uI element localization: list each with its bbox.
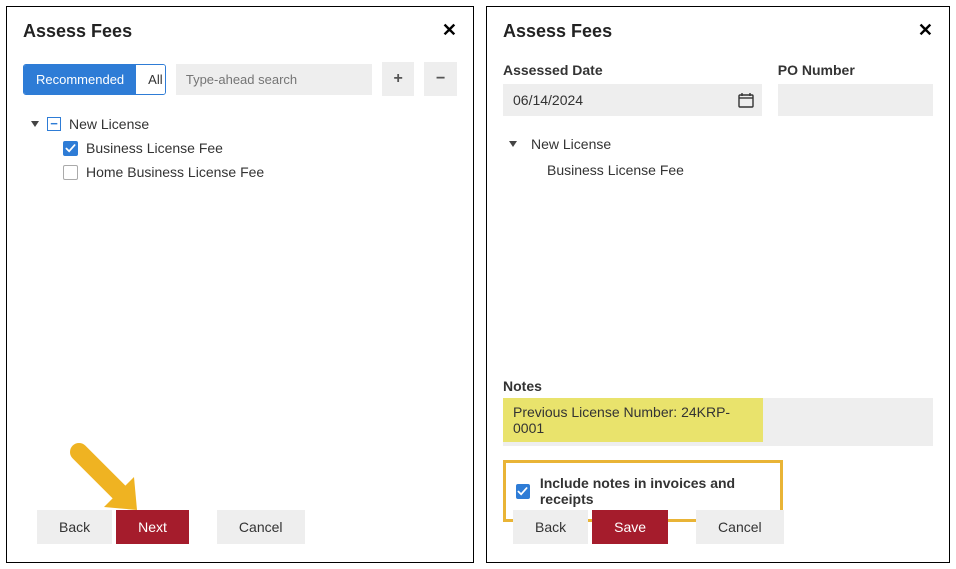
tree-item[interactable]: Home Business License Fee — [63, 162, 457, 182]
tab-recommended[interactable]: Recommended — [24, 65, 136, 94]
po-number-field: PO Number — [778, 62, 933, 116]
tree-node-label: New License — [69, 116, 149, 132]
checkbox-business-license-fee[interactable] — [63, 141, 78, 156]
tree-item-label: Business License Fee — [547, 162, 933, 178]
back-button[interactable]: Back — [37, 510, 112, 544]
tree-node-label: New License — [531, 136, 611, 152]
filter-row: Recommended All + − — [23, 62, 457, 96]
notes-label: Notes — [503, 378, 933, 394]
include-notes-checkbox[interactable] — [516, 484, 530, 499]
footer-buttons: Back Save Cancel — [513, 510, 784, 544]
tab-all[interactable]: All — [136, 65, 166, 94]
footer-buttons: Back Next Cancel — [37, 510, 305, 544]
expand-all-button[interactable]: + — [382, 62, 415, 96]
cancel-button[interactable]: Cancel — [696, 510, 784, 544]
next-button[interactable]: Next — [116, 510, 189, 544]
close-icon[interactable]: ✕ — [442, 21, 457, 39]
tree-item-label: Home Business License Fee — [86, 164, 264, 180]
assess-fees-panel-step1: Assess Fees ✕ Recommended All + − − New … — [6, 6, 474, 563]
collapse-all-button[interactable]: − — [424, 62, 457, 96]
po-number-label: PO Number — [778, 62, 933, 78]
tree-item-label: Business License Fee — [86, 140, 223, 156]
cancel-button[interactable]: Cancel — [217, 510, 305, 544]
selected-fee-tree: New License Business License Fee — [503, 134, 933, 178]
notes-highlighted-text: Previous License Number: 24KRP-0001 — [503, 398, 763, 442]
fee-tree: − New License Business License Fee Home … — [23, 114, 457, 182]
check-icon — [517, 486, 528, 497]
page-title: Assess Fees — [503, 21, 933, 42]
notes-textarea[interactable]: Previous License Number: 24KRP-0001 — [503, 398, 933, 446]
calendar-icon[interactable] — [738, 92, 754, 108]
assess-fees-panel-step2: Assess Fees ✕ Assessed Date PO Number Ne… — [486, 6, 950, 563]
minus-icon: − — [436, 70, 445, 88]
fields-row: Assessed Date PO Number — [503, 62, 933, 116]
plus-icon: + — [393, 70, 402, 88]
checkbox-home-business-license-fee[interactable] — [63, 165, 78, 180]
po-number-input[interactable] — [778, 84, 933, 116]
page-title: Assess Fees — [23, 21, 457, 42]
assessed-date-input[interactable] — [503, 84, 762, 116]
caret-down-icon — [509, 141, 517, 147]
assessed-date-label: Assessed Date — [503, 62, 762, 78]
tree-item[interactable]: Business License Fee — [63, 138, 457, 158]
tree-node-new-license[interactable]: New License — [509, 134, 933, 154]
assessed-date-field: Assessed Date — [503, 62, 762, 116]
include-notes-label: Include notes in invoices and receipts — [540, 475, 770, 507]
caret-down-icon — [31, 121, 39, 127]
collapse-toggle[interactable]: − — [47, 117, 61, 131]
tree-node-new-license[interactable]: − New License — [31, 114, 457, 134]
check-icon — [65, 143, 76, 154]
back-button[interactable]: Back — [513, 510, 588, 544]
search-input[interactable] — [176, 64, 372, 95]
close-icon[interactable]: ✕ — [918, 21, 933, 39]
save-button[interactable]: Save — [592, 510, 668, 544]
fee-filter-tabs: Recommended All — [23, 64, 166, 95]
notes-section: Notes Previous License Number: 24KRP-000… — [503, 378, 933, 522]
